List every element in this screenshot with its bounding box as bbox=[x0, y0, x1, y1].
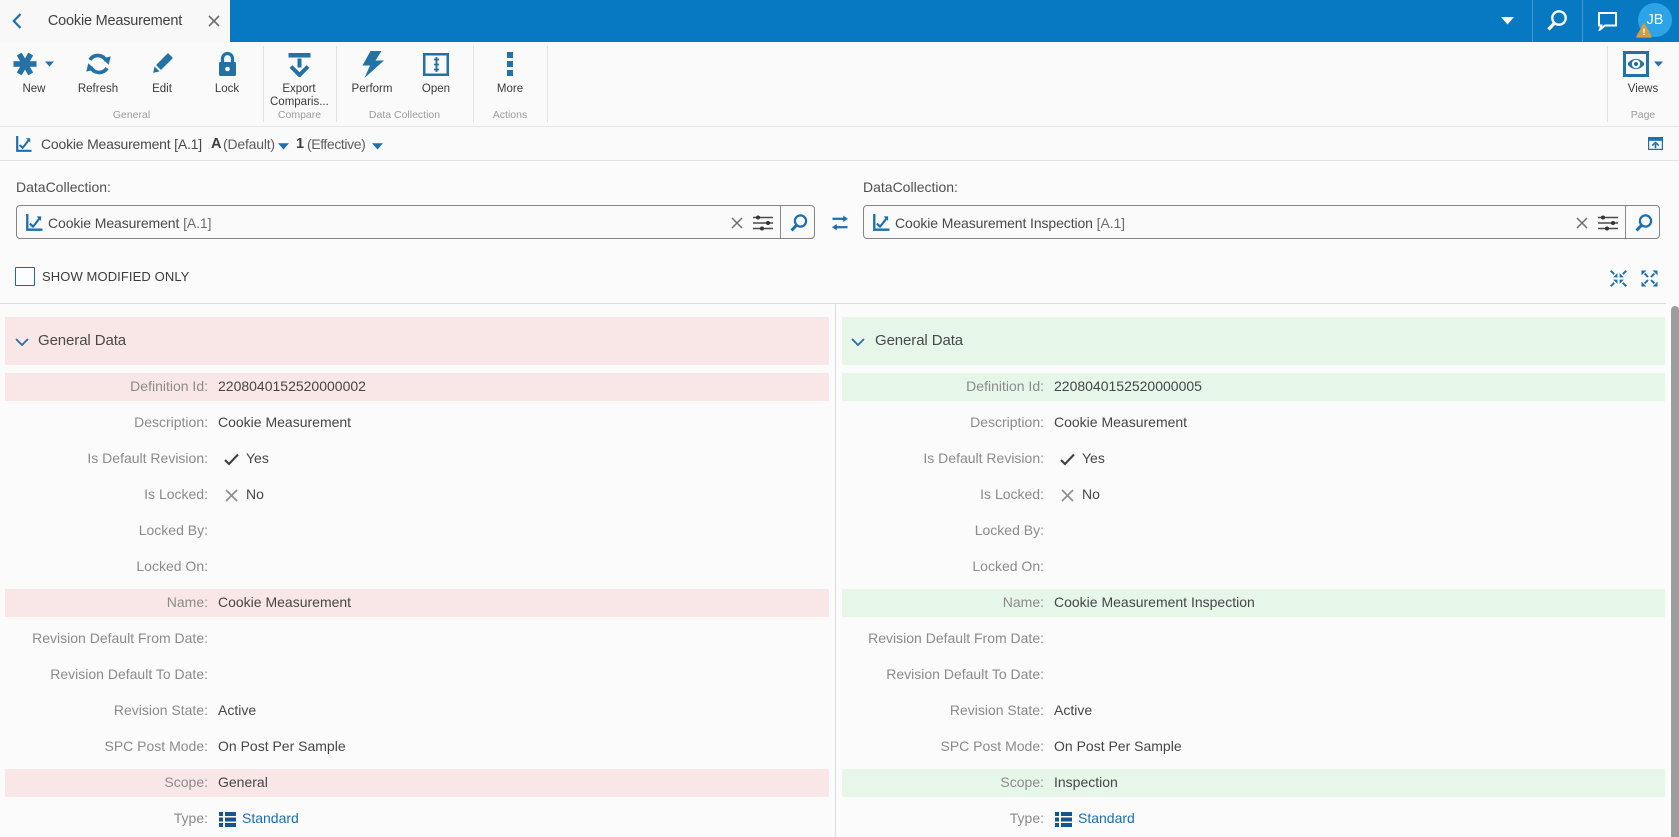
svg-text:!: ! bbox=[1643, 27, 1646, 37]
